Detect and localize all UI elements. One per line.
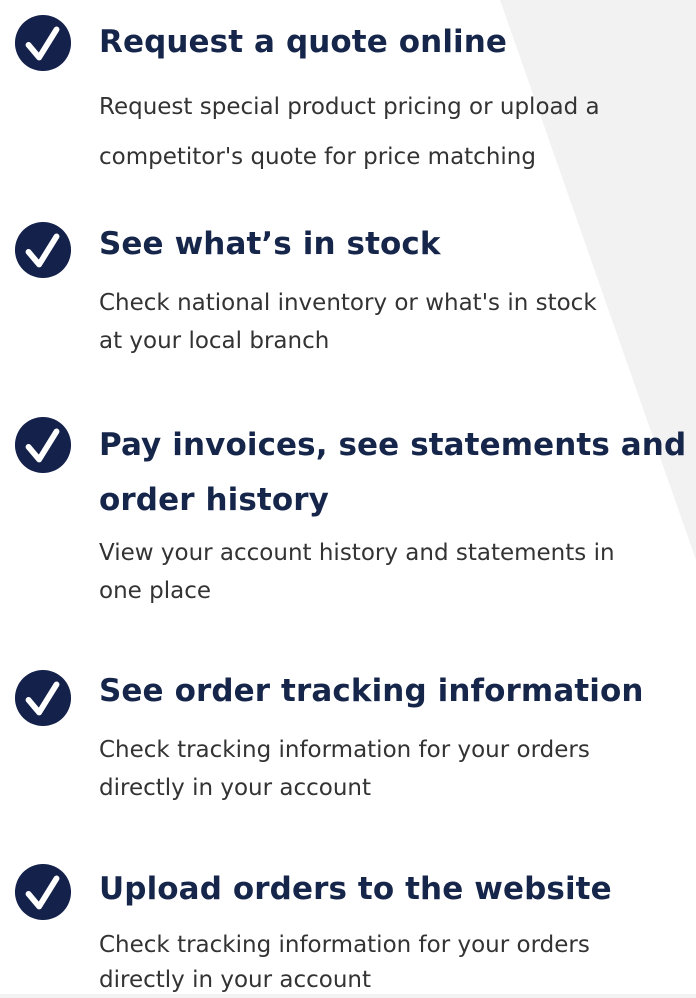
feature-description-line: Check tracking information for your orde…	[99, 737, 590, 763]
feature-title-line: order history	[99, 482, 329, 518]
feature-title-line: See order tracking information	[99, 673, 644, 709]
feature-description-line: directly in your account	[99, 775, 372, 801]
check-circle-icon	[14, 863, 72, 921]
feature-list: Request a quote online Request special p…	[0, 0, 696, 994]
feature-description-line: directly in your account	[99, 967, 372, 993]
feature-description: Request special product pricing or uploa…	[99, 82, 600, 182]
feature-title-line: See what’s in stock	[99, 226, 441, 262]
check-circle-icon	[14, 416, 72, 474]
check-circle-icon	[14, 669, 72, 727]
check-circle-icon	[14, 221, 72, 279]
feature-description-line: Check national inventory or what's in st…	[99, 290, 597, 316]
feature-description-line: Check tracking information for your orde…	[99, 932, 590, 958]
feature-description: Check tracking information for your orde…	[99, 731, 590, 807]
feature-title: Request a quote online	[99, 20, 507, 66]
feature-title: Pay invoices, see statements and order h…	[99, 418, 686, 528]
feature-title: See order tracking information	[99, 669, 644, 715]
feature-description: View your account history and statements…	[99, 534, 615, 610]
feature-description: Check tracking information for your orde…	[99, 928, 590, 998]
feature-description-line: competitor's quote for price matching	[99, 144, 536, 170]
feature-description-line: View your account history and statements…	[99, 540, 615, 566]
feature-title-line: Pay invoices, see statements and	[99, 427, 687, 463]
feature-title: See what’s in stock	[99, 222, 441, 268]
feature-title-line: Request a quote online	[99, 24, 508, 60]
feature-title: Upload orders to the website	[99, 867, 612, 913]
feature-description-line: one place	[99, 578, 211, 604]
feature-description: Check national inventory or what's in st…	[99, 284, 597, 360]
feature-title-line: Upload orders to the website	[99, 871, 612, 907]
feature-description-line: at your local branch	[99, 328, 330, 354]
feature-description-line: Request special product pricing or uploa…	[99, 94, 600, 120]
check-circle-icon	[14, 14, 72, 72]
